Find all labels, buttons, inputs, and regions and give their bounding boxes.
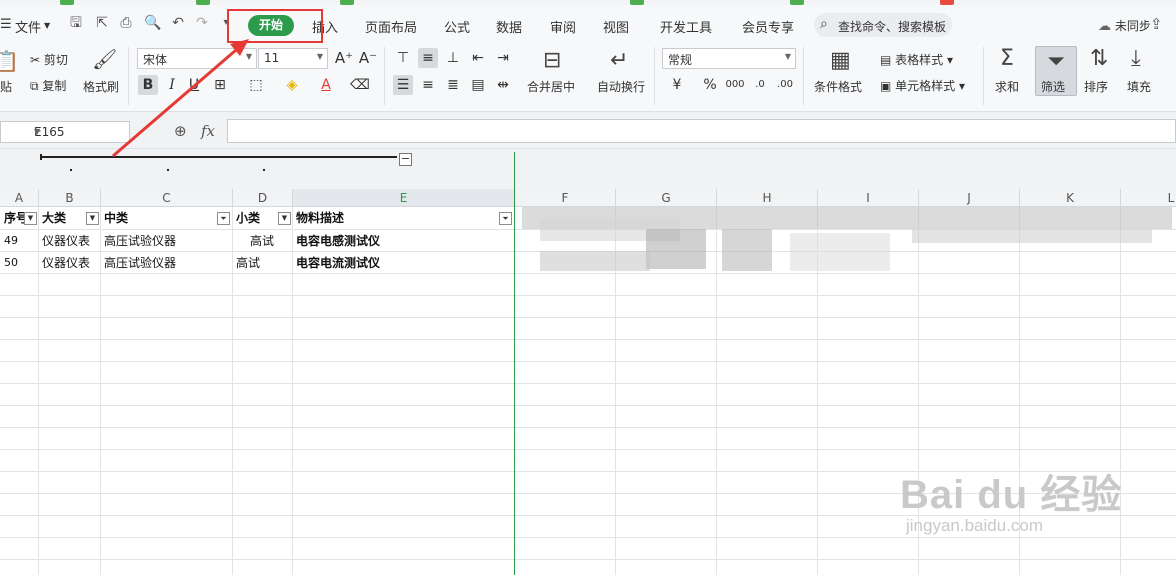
watermark-logo: Bai du 经验 xyxy=(900,473,1123,517)
spreadsheet-window: ☰ 文件 ▼ 🖫 ⇱ ⎙ 🔍 ↶ ↷ ▾ 开始 插入 页面布局 公式 数据 审阅… xyxy=(0,0,1176,575)
baidu-watermark: Bai du 经验 jingyan.baidu.com xyxy=(900,462,1123,535)
watermark-url: jingyan.baidu.com xyxy=(906,516,1044,535)
